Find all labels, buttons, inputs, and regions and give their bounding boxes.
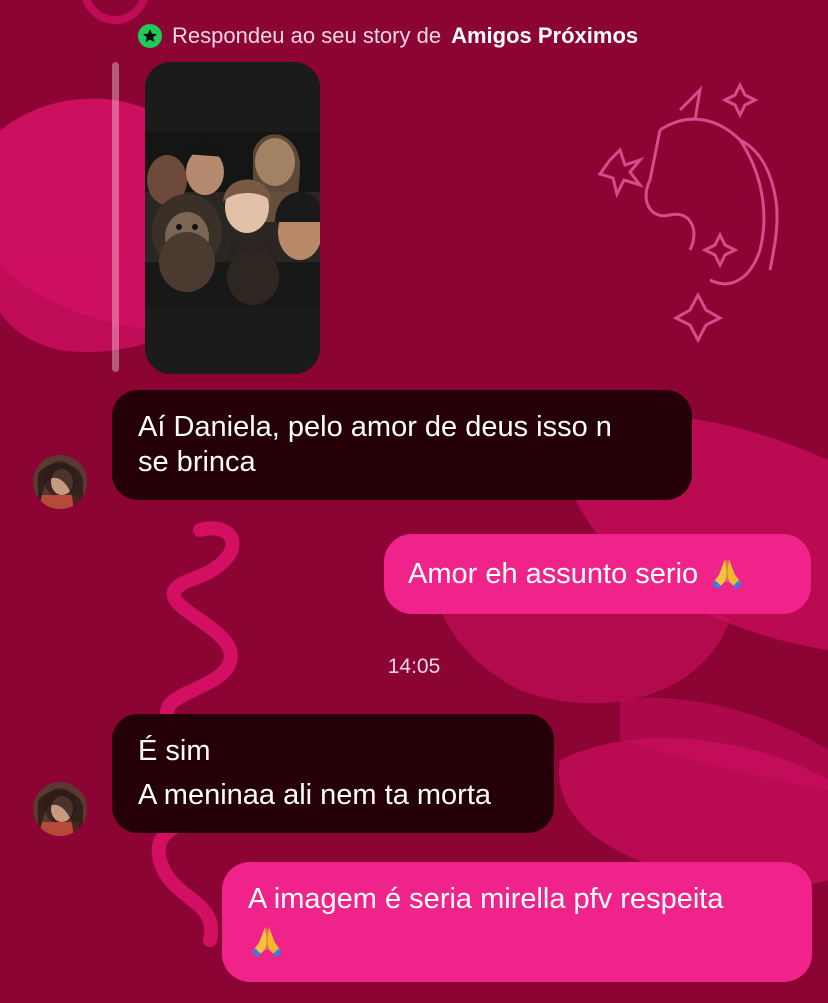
story-reply-header: Respondeu ao seu story de Amigos Próximo… xyxy=(138,20,638,52)
message-bubble-outgoing[interactable]: Amor eh assunto serio xyxy=(384,534,811,614)
praying-hands-icon xyxy=(711,558,743,590)
reply-indicator-bar xyxy=(112,62,119,372)
contact-avatar[interactable] xyxy=(33,455,87,509)
message-text: se brinca xyxy=(138,446,256,478)
message-bubble-incoming[interactable]: Aí Daniela, pelo amor de deus isso n se … xyxy=(112,390,692,500)
contact-avatar[interactable] xyxy=(33,782,87,836)
story-photo xyxy=(145,62,320,374)
message-text: Amor eh assunto serio xyxy=(408,557,699,590)
message-text: A meninaa ali nem ta morta xyxy=(138,779,492,811)
message-timestamp: 14:05 xyxy=(387,655,441,678)
star-icon xyxy=(138,24,162,48)
message-bubble-outgoing[interactable]: A imagem é seria mirella pfv respeita xyxy=(222,862,812,982)
story-thumbnail[interactable] xyxy=(145,62,320,374)
praying-hands-icon xyxy=(251,926,283,958)
message-text: É sim xyxy=(138,735,211,767)
story-reply-text: Respondeu ao seu story de xyxy=(172,23,442,48)
close-friends-label: Amigos Próximos xyxy=(451,23,639,48)
chat-wallpaper xyxy=(0,0,828,947)
contact-photo xyxy=(33,782,87,836)
message-text: A imagem é seria mirella pfv respeita xyxy=(248,883,724,915)
message-text: Aí Daniela, pelo amor de deus isso n xyxy=(138,411,612,443)
contact-photo xyxy=(33,455,87,509)
message-bubble-incoming[interactable]: É sim A meninaa ali nem ta morta xyxy=(112,714,554,833)
